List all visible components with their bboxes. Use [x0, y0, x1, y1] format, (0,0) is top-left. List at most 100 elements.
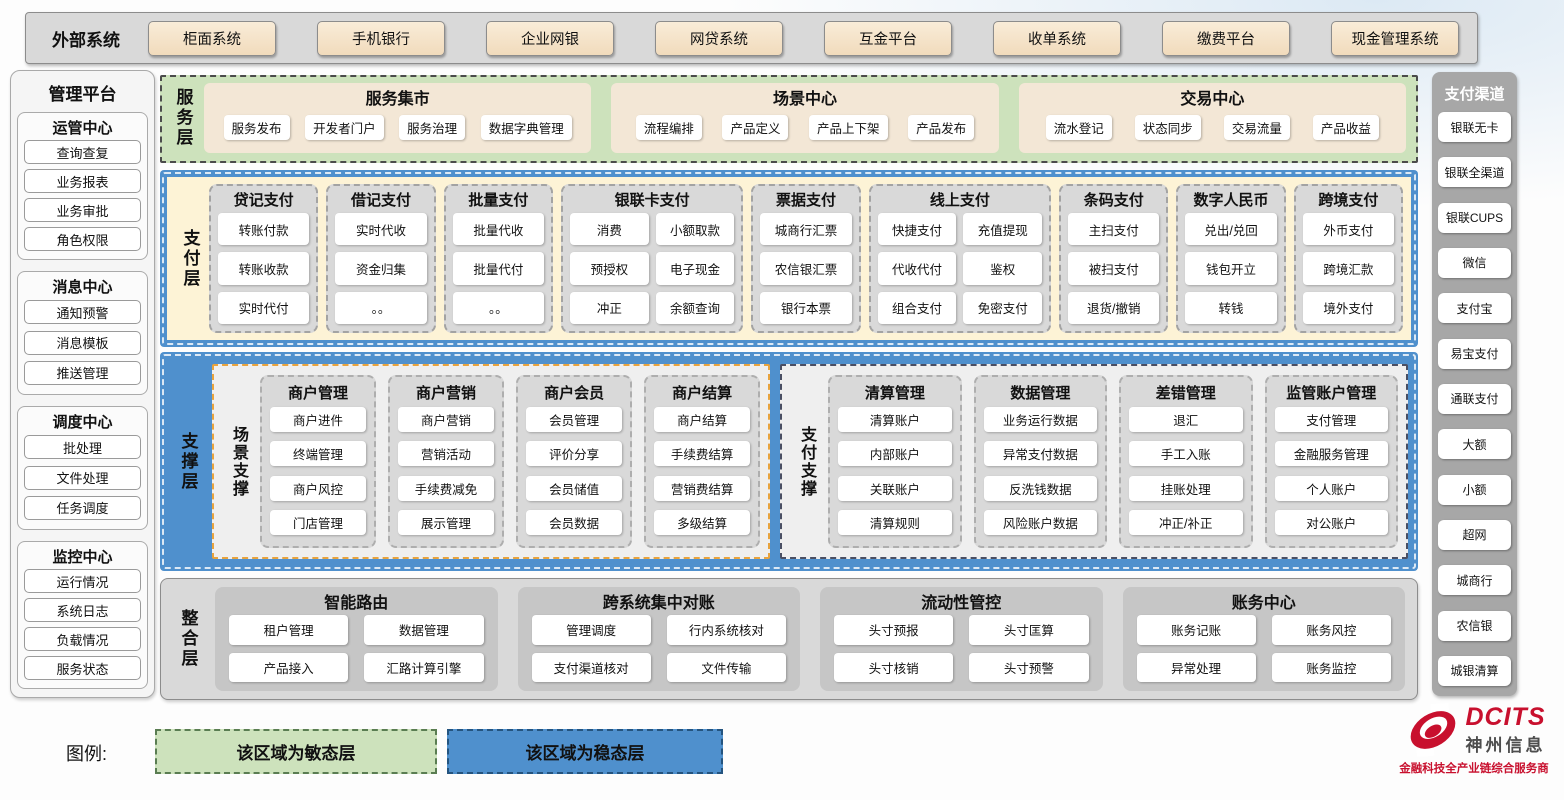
integration-item-button[interactable]: 数据管理 [364, 615, 483, 645]
integration-item-button[interactable]: 租户管理 [229, 615, 348, 645]
payment-item-button[interactable]: 城商行汇票 [760, 213, 851, 245]
payment-channel-button[interactable]: 银联CUPS [1438, 203, 1511, 233]
management-item-button[interactable]: 推送管理 [24, 361, 141, 385]
management-item-button[interactable]: 批处理 [24, 435, 141, 459]
management-item-button[interactable]: 消息模板 [24, 331, 141, 355]
payment-item-button[interactable]: 资金归集 [335, 252, 426, 284]
support-item-button[interactable]: 营销费结算 [654, 476, 750, 501]
payment-item-button[interactable]: 电子现金 [656, 252, 735, 284]
payment-item-button[interactable]: 转钱 [1185, 292, 1276, 324]
integration-item-button[interactable]: 账务监控 [1272, 653, 1391, 683]
payment-item-button[interactable]: 跨境汇款 [1303, 252, 1394, 284]
payment-channel-button[interactable]: 城商行 [1438, 565, 1511, 595]
service-item-button[interactable]: 产品收益 [1313, 115, 1379, 140]
external-system-button[interactable]: 柜面系统 [148, 21, 276, 56]
external-system-button[interactable]: 现金管理系统 [1331, 21, 1459, 56]
management-item-button[interactable]: 任务调度 [24, 496, 141, 520]
payment-item-button[interactable]: 。。 [335, 292, 426, 324]
payment-item-button[interactable]: 消费 [570, 213, 649, 245]
external-system-button[interactable]: 企业网银 [486, 21, 614, 56]
payment-item-button[interactable]: 快捷支付 [878, 213, 957, 245]
payment-item-button[interactable]: 充值提现 [963, 213, 1042, 245]
management-item-button[interactable]: 业务审批 [24, 198, 141, 222]
integration-item-button[interactable]: 文件传输 [667, 653, 786, 683]
payment-channel-button[interactable]: 微信 [1438, 248, 1511, 278]
external-system-button[interactable]: 手机银行 [317, 21, 445, 56]
service-item-button[interactable]: 产品定义 [722, 115, 788, 140]
support-item-button[interactable]: 会员管理 [526, 407, 622, 432]
management-item-button[interactable]: 业务报表 [24, 169, 141, 193]
management-item-button[interactable]: 角色权限 [24, 227, 141, 251]
integration-item-button[interactable]: 支付渠道核对 [532, 653, 651, 683]
payment-channel-button[interactable]: 农信银 [1438, 611, 1511, 641]
service-item-button[interactable]: 数据字典管理 [481, 115, 572, 140]
support-item-button[interactable]: 支付管理 [1275, 407, 1388, 432]
payment-item-button[interactable]: 冲正 [570, 292, 649, 324]
support-item-button[interactable]: 反洗钱数据 [984, 476, 1097, 501]
payment-item-button[interactable]: 境外支付 [1303, 292, 1394, 324]
payment-item-button[interactable]: 实时代收 [335, 213, 426, 245]
payment-item-button[interactable]: 。。 [453, 292, 544, 324]
payment-channel-button[interactable]: 城银清算 [1438, 656, 1511, 686]
support-item-button[interactable]: 终端管理 [270, 441, 366, 466]
service-item-button[interactable]: 服务发布 [224, 115, 290, 140]
payment-item-button[interactable]: 外币支付 [1303, 213, 1394, 245]
integration-item-button[interactable]: 头寸预报 [834, 615, 953, 645]
service-item-button[interactable]: 产品上下架 [809, 115, 888, 140]
management-item-button[interactable]: 查询查复 [24, 140, 141, 164]
support-item-button[interactable]: 会员储值 [526, 476, 622, 501]
support-item-button[interactable]: 展示管理 [398, 510, 494, 535]
payment-item-button[interactable]: 被扫支付 [1068, 252, 1159, 284]
integration-item-button[interactable]: 异常处理 [1137, 653, 1256, 683]
payment-item-button[interactable]: 银行本票 [760, 292, 851, 324]
payment-channel-button[interactable]: 通联支付 [1438, 384, 1511, 414]
payment-item-button[interactable]: 钱包开立 [1185, 252, 1276, 284]
integration-item-button[interactable]: 汇路计算引擎 [364, 653, 483, 683]
support-item-button[interactable]: 风险账户数据 [984, 510, 1097, 535]
management-item-button[interactable]: 负载情况 [24, 627, 141, 651]
payment-item-button[interactable]: 兑出/兑回 [1185, 213, 1276, 245]
external-system-button[interactable]: 互金平台 [824, 21, 952, 56]
external-system-button[interactable]: 缴费平台 [1162, 21, 1290, 56]
payment-item-button[interactable]: 主扫支付 [1068, 213, 1159, 245]
support-item-button[interactable]: 手续费减免 [398, 476, 494, 501]
payment-channel-button[interactable]: 小额 [1438, 475, 1511, 505]
support-item-button[interactable]: 内部账户 [838, 441, 951, 466]
payment-item-button[interactable]: 代收代付 [878, 252, 957, 284]
support-item-button[interactable]: 商户进件 [270, 407, 366, 432]
payment-channel-button[interactable]: 银联全渠道 [1438, 157, 1511, 187]
payment-channel-button[interactable]: 支付宝 [1438, 293, 1511, 323]
payment-item-button[interactable]: 退货/撤销 [1068, 292, 1159, 324]
support-item-button[interactable]: 评价分享 [526, 441, 622, 466]
support-item-button[interactable]: 冲正/补正 [1129, 510, 1242, 535]
support-item-button[interactable]: 清算账户 [838, 407, 951, 432]
support-item-button[interactable]: 多级结算 [654, 510, 750, 535]
support-item-button[interactable]: 异常支付数据 [984, 441, 1097, 466]
payment-item-button[interactable]: 预授权 [570, 252, 649, 284]
payment-item-button[interactable]: 批量代收 [453, 213, 544, 245]
service-item-button[interactable]: 产品发布 [908, 115, 974, 140]
payment-item-button[interactable]: 批量代付 [453, 252, 544, 284]
support-item-button[interactable]: 挂账处理 [1129, 476, 1242, 501]
integration-item-button[interactable]: 账务记账 [1137, 615, 1256, 645]
payment-item-button[interactable]: 实时代付 [218, 292, 309, 324]
management-item-button[interactable]: 系统日志 [24, 598, 141, 622]
service-item-button[interactable]: 流程编排 [636, 115, 702, 140]
external-system-button[interactable]: 收单系统 [993, 21, 1121, 56]
support-item-button[interactable]: 商户结算 [654, 407, 750, 432]
payment-channel-button[interactable]: 大额 [1438, 429, 1511, 459]
external-system-button[interactable]: 网贷系统 [655, 21, 783, 56]
payment-item-button[interactable]: 转账付款 [218, 213, 309, 245]
payment-channel-button[interactable]: 易宝支付 [1438, 339, 1511, 369]
support-item-button[interactable]: 对公账户 [1275, 510, 1388, 535]
management-item-button[interactable]: 运行情况 [24, 569, 141, 593]
support-item-button[interactable]: 个人账户 [1275, 476, 1388, 501]
service-item-button[interactable]: 交易流量 [1224, 115, 1290, 140]
integration-item-button[interactable]: 头寸核销 [834, 653, 953, 683]
payment-item-button[interactable]: 转账收款 [218, 252, 309, 284]
support-item-button[interactable]: 退汇 [1129, 407, 1242, 432]
payment-item-button[interactable]: 鉴权 [963, 252, 1042, 284]
payment-channel-button[interactable]: 超网 [1438, 520, 1511, 550]
support-item-button[interactable]: 商户营销 [398, 407, 494, 432]
support-item-button[interactable]: 商户风控 [270, 476, 366, 501]
